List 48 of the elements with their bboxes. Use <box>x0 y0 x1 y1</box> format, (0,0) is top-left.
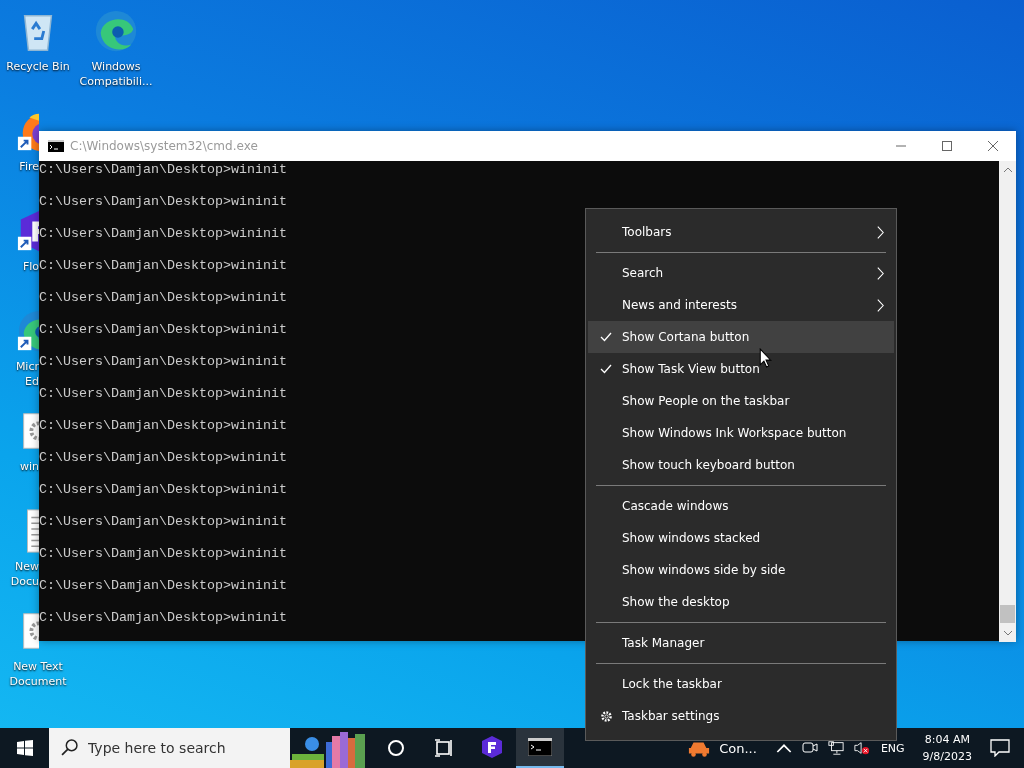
window-title: C:\Windows\system32\cmd.exe <box>70 139 259 153</box>
icon-label: Compatibili... <box>79 74 153 89</box>
icon-label: Recycle Bin <box>6 59 70 74</box>
search-field[interactable]: Type here to search <box>49 728 290 768</box>
menu-item[interactable]: Show Windows Ink Workspace button <box>588 417 894 449</box>
menu-item[interactable]: Task Manager <box>588 627 894 659</box>
menu-item[interactable]: Show windows side by side <box>588 554 894 586</box>
menu-item[interactable]: Toolbars <box>588 216 894 248</box>
tray-app-label[interactable]: Con... <box>719 740 757 756</box>
icon-label: Windows <box>91 59 141 74</box>
icon-label: New Text <box>13 659 63 674</box>
console-line: C:\Users\Damjan\Desktop>wininit <box>39 482 287 498</box>
console-line: C:\Users\Damjan\Desktop>wininit <box>39 226 287 242</box>
console-line: C:\Users\Damjan\Desktop>wininit <box>39 290 287 306</box>
clock-date[interactable]: 9/8/2023 <box>922 748 972 765</box>
console-line: C:\Users\Damjan\Desktop>wininit <box>39 258 287 274</box>
console-line: C:\Users\Damjan\Desktop>wininit <box>39 418 287 434</box>
icon-label: Fire <box>19 159 39 173</box>
icon-label: Ed <box>25 374 39 389</box>
console-line: C:\Users\Damjan\Desktop>wininit <box>39 354 287 369</box>
console-line: C:\Users\Damjan\Desktop>wininit <box>39 450 287 466</box>
menu-item[interactable]: Show Task View button <box>588 353 894 385</box>
menu-item[interactable]: News and interests <box>588 289 894 321</box>
console-line: C:\Users\Damjan\Desktop>wininit <box>39 162 287 178</box>
console-line: C:\Users\Damjan\Desktop>wininit <box>39 610 287 626</box>
menu-item[interactable]: Lock the taskbar <box>588 668 894 700</box>
language-indicator[interactable]: ENG <box>880 741 905 755</box>
menu-item[interactable]: Show People on the taskbar <box>588 385 894 417</box>
console-line: C:\Users\Damjan\Desktop>wininit <box>39 514 287 530</box>
icon-label: New <box>15 560 39 574</box>
menu-item[interactable]: Taskbar settings <box>588 700 894 732</box>
icon-label: win <box>19 459 39 474</box>
clock-time[interactable]: 8:04 AM <box>924 731 970 748</box>
console-line: C:\Users\Damjan\Desktop>wininit <box>39 194 287 210</box>
menu-item[interactable]: Cascade windows <box>588 490 894 522</box>
menu-item[interactable]: Show the desktop <box>588 586 894 618</box>
menu-item[interactable]: Show windows stacked <box>588 522 894 554</box>
icon-label: Micr <box>15 360 39 374</box>
menu-item[interactable]: Show touch keyboard button <box>588 449 894 481</box>
console-line: C:\Users\Damjan\Desktop>wininit <box>39 546 287 562</box>
icon-label: Flo <box>22 259 39 274</box>
icon-label: Docu <box>10 574 39 588</box>
menu-item[interactable]: Show Cortana button <box>588 321 894 353</box>
console-line: C:\Users\Damjan\Desktop>wininit <box>39 578 287 594</box>
icon-label: Document <box>9 674 67 689</box>
menu-item[interactable]: Search <box>588 257 894 289</box>
console-line: C:\Users\Damjan\Desktop>wininit <box>39 322 287 338</box>
console-line: C:\Users\Damjan\Desktop>wininit <box>39 386 287 402</box>
